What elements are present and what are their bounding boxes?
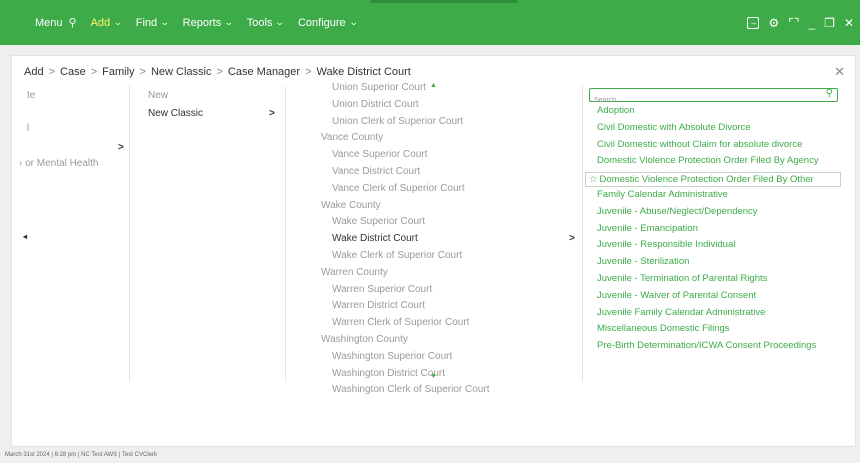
case-type-item[interactable]: Domestic Violence Protection Order Filed…: [597, 155, 819, 166]
case-type-column: ⚲ Adoption Civil Domestic with Absolute D…: [582, 86, 844, 382]
case-type-item[interactable]: Juvenile - Responsible Individual: [597, 239, 735, 250]
case-type-item[interactable]: Juvenile - Sterilization: [597, 256, 689, 267]
chevron-down-icon: ⌄: [348, 17, 359, 27]
scroll-down-icon[interactable]: ▼: [430, 373, 437, 380]
court-item[interactable]: Washington Clerk of Superior Court: [321, 382, 489, 399]
court-item[interactable]: Vance Superior Court: [321, 147, 489, 164]
case-style-column: New New Classic >: [130, 86, 286, 382]
breadcrumb: Add > Case > Family > New Classic > Case…: [24, 66, 411, 78]
court-item[interactable]: Warren District Court: [321, 298, 489, 315]
county-header[interactable]: Wake County: [321, 198, 489, 215]
court-item[interactable]: Washington Superior Court: [321, 349, 489, 366]
nav-find[interactable]: Find ⌄: [135, 16, 170, 29]
window-controls: → ⚙ ⌜⌝ _ ❐ ✕: [738, 0, 854, 45]
case-type-item[interactable]: Adoption: [597, 105, 635, 116]
star-icon[interactable]: ☆: [589, 174, 598, 185]
status-bar: March 31st 2024 | 6:28 pm | NC Test AWS …: [5, 452, 157, 458]
category-arrow: >: [118, 142, 124, 153]
add-case-panel: Add > Case > Family > New Classic > Case…: [11, 55, 856, 447]
close-window-icon[interactable]: ✕: [844, 16, 854, 30]
case-type-item[interactable]: Civil Domestic without Claim for absolut…: [597, 139, 802, 150]
court-item-selected[interactable]: Wake District Court: [321, 231, 489, 248]
court-arrow: >: [569, 233, 575, 244]
case-type-search: ⚲: [589, 88, 838, 107]
case-type-item[interactable]: Juvenile - Waiver of Parental Consent: [597, 290, 756, 301]
court-list: Union Superior Court Union District Court…: [321, 80, 489, 399]
case-type-item[interactable]: Family Calendar Administrative: [597, 189, 728, 200]
nav-tools[interactable]: Tools ⌄: [246, 16, 286, 29]
breadcrumb-case[interactable]: Case: [60, 66, 86, 78]
county-header[interactable]: Washington County: [321, 332, 489, 349]
nav-find-label: Find: [135, 16, 158, 29]
search-icon: ⚲: [68, 17, 77, 29]
category-item[interactable]: te: [27, 90, 35, 101]
chevron-down-icon: ⌄: [224, 17, 234, 27]
case-type-item-highlighted[interactable]: ☆ Domestic Violence Protection Order File…: [585, 172, 841, 188]
top-navigation-bar: Menu ⚲ Add ⌄ Find ⌄ Reports ⌄ Tools ⌄ Co…: [0, 0, 860, 45]
court-item[interactable]: Union Clerk of Superior Court: [321, 114, 489, 131]
court-item[interactable]: Union District Court: [321, 97, 489, 114]
nav-tools-label: Tools: [246, 16, 273, 29]
scan-icon[interactable]: ⌜⌝: [788, 16, 799, 30]
restore-window-icon[interactable]: ❐: [824, 16, 835, 30]
breadcrumb-case-manager[interactable]: Case Manager: [228, 66, 300, 78]
top-accent-strip: [370, 0, 518, 3]
scroll-left-icon[interactable]: ◂: [23, 232, 27, 241]
nav-add[interactable]: Add ⌄: [90, 16, 123, 29]
logout-icon[interactable]: →: [747, 16, 760, 29]
chevron-down-icon: ⌄: [159, 17, 170, 27]
county-header[interactable]: Vance County: [321, 130, 489, 147]
county-header[interactable]: Warren County: [321, 265, 489, 282]
case-type-label: Domestic Violence Protection Order Filed…: [599, 174, 814, 186]
case-style-arrow: >: [269, 108, 275, 119]
breadcrumb-current: Wake District Court: [316, 66, 411, 78]
case-style-item-selected[interactable]: New Classic: [148, 108, 203, 119]
nav-configure[interactable]: Configure ⌄: [297, 16, 359, 29]
breadcrumb-separator: >: [48, 66, 56, 78]
breadcrumb-new-classic[interactable]: New Classic: [151, 66, 212, 78]
breadcrumb-separator: >: [139, 66, 146, 78]
nav-reports-label: Reports: [182, 16, 222, 29]
court-column: ▲ Union Superior Court Union District Cou…: [286, 82, 582, 395]
court-item[interactable]: Warren Clerk of Superior Court: [321, 315, 489, 332]
breadcrumb-family[interactable]: Family: [102, 66, 134, 78]
court-item[interactable]: Vance District Court: [321, 164, 489, 181]
case-type-item[interactable]: Miscellaneous Domestic Filings: [597, 323, 730, 334]
category-item[interactable]: › or Mental Health: [19, 158, 98, 169]
breadcrumb-add[interactable]: Add: [24, 66, 44, 78]
main-nav: Menu ⚲ Add ⌄ Find ⌄ Reports ⌄ Tools ⌄ Co…: [35, 0, 371, 45]
breadcrumb-separator: >: [90, 66, 98, 78]
nav-menu-label: Menu: [35, 16, 63, 29]
case-type-item[interactable]: Juvenile - Abuse/Neglect/Dependency: [597, 206, 758, 217]
nav-add-label: Add: [90, 16, 111, 29]
court-item[interactable]: Vance Clerk of Superior Court: [321, 181, 489, 198]
nav-menu[interactable]: Menu ⚲: [35, 16, 77, 30]
court-item[interactable]: Union Superior Court: [321, 80, 489, 97]
court-item[interactable]: Washington District Court: [321, 366, 489, 383]
chevron-down-icon: ⌄: [275, 17, 286, 27]
case-type-item[interactable]: Juvenile Family Calendar Administrative: [597, 307, 765, 318]
chevron-down-icon: ⌄: [113, 17, 123, 27]
settings-gear-icon[interactable]: ⚙: [768, 16, 779, 30]
case-type-item[interactable]: Civil Domestic with Absolute Divorce: [597, 122, 751, 133]
court-item[interactable]: Wake Clerk of Superior Court: [321, 248, 489, 265]
category-item[interactable]: l: [27, 123, 29, 134]
nav-reports[interactable]: Reports ⌄: [182, 16, 234, 29]
case-style-item[interactable]: New: [148, 90, 168, 101]
search-icon[interactable]: ⚲: [826, 88, 833, 99]
breadcrumb-separator: >: [216, 66, 223, 78]
case-type-item[interactable]: Pre-Birth Determination/ICWA Consent Pro…: [597, 340, 816, 351]
nav-configure-label: Configure: [297, 16, 346, 29]
court-item[interactable]: Warren Superior Court: [321, 282, 489, 299]
close-panel-icon[interactable]: ✕: [834, 64, 845, 80]
case-type-item[interactable]: Juvenile - Termination of Parental Right…: [597, 273, 767, 284]
court-item[interactable]: Wake Superior Court: [321, 214, 489, 231]
breadcrumb-separator: >: [305, 66, 312, 78]
category-column: te l > › or Mental Health ◂: [12, 86, 130, 382]
case-type-item[interactable]: Juvenile - Emancipation: [597, 223, 698, 234]
minimize-icon[interactable]: _: [808, 16, 815, 30]
